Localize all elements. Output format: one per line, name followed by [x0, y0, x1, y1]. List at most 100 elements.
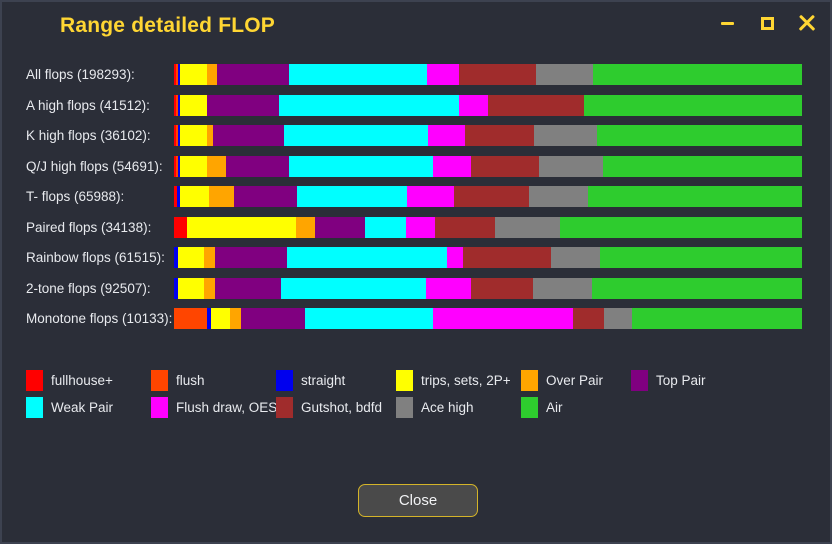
minimize-icon	[720, 21, 734, 25]
bar-segment-over-pair	[229, 308, 242, 329]
bar-segment-weak-pair	[283, 125, 428, 146]
bar-segment-trips-sets-2p	[179, 155, 208, 177]
bar-segment-ace-high	[534, 125, 598, 146]
bar-segment-ace-high	[551, 247, 601, 268]
maximize-icon	[760, 16, 774, 30]
bar-segment-weak-pair	[364, 216, 406, 238]
chart-row-label: T- flops (65988):	[26, 189, 125, 204]
legend-item-flush-draw-oesd: Flush draw, OESD	[151, 397, 287, 418]
legend-label: Over Pair	[546, 373, 604, 388]
legend-item-over-pair: Over Pair	[521, 370, 603, 391]
bar-segment-top-pair	[314, 216, 365, 238]
bar-segment-gutshot-bdfd	[463, 247, 552, 268]
legend-label: Gutshot, bdfd	[301, 400, 383, 415]
close-window-button[interactable]	[794, 10, 820, 36]
legend-label: straight	[301, 373, 346, 388]
bar-segment-trips-sets-2p	[211, 308, 230, 329]
bar-segment-ace-high	[528, 186, 588, 207]
legend-label: trips, sets, 2P+	[421, 373, 511, 388]
legend-item-weak-pair: Weak Pair	[26, 397, 113, 418]
chart-row: Monotone flops (10133):	[2, 308, 832, 339]
legend-swatch-straight	[276, 370, 293, 391]
close-button[interactable]: Close	[358, 484, 478, 517]
bar-segment-trips-sets-2p	[180, 186, 210, 207]
stacked-bar-chart: All flops (198293): A high flops (41512):…	[2, 64, 832, 339]
legend-label: Flush draw, OESD	[176, 400, 288, 415]
minimize-button[interactable]	[714, 10, 740, 36]
chart-row: Paired flops (34138):	[2, 216, 832, 248]
chart-row: Rainbow flops (61515):	[2, 247, 832, 278]
bar-segment-flush-draw-oesd	[427, 64, 460, 85]
chart-row-label: Paired flops (34138):	[26, 219, 152, 235]
bar-segment-over-pair	[206, 64, 217, 85]
legend-label: Top Pair	[656, 373, 706, 388]
bar-segment-weak-pair	[297, 186, 407, 207]
bar-segment-top-pair	[216, 64, 289, 85]
legend-item-gutshot-bdfd: Gutshot, bdfd	[276, 397, 382, 418]
bar-segment-gutshot-bdfd	[487, 94, 585, 116]
chart-row-label: Rainbow flops (61515):	[26, 250, 165, 265]
bar-segment-gutshot-bdfd	[434, 216, 496, 238]
maximize-button[interactable]	[754, 10, 780, 36]
bar-segment-gutshot-bdfd	[465, 125, 535, 146]
legend-label: flush	[176, 373, 205, 388]
chart-row: All flops (198293):	[2, 64, 832, 95]
bar-segment-flush-draw-oesd	[405, 216, 435, 238]
bar-segment-trips-sets-2p	[179, 64, 207, 85]
legend-item-fullhouse: fullhouse+	[26, 370, 113, 391]
chart-row-label: K high flops (36102):	[26, 128, 151, 143]
bar-segment-ace-high	[495, 216, 561, 238]
bar-segment-weak-pair	[288, 155, 433, 177]
legend-item-top-pair: Top Pair	[631, 370, 706, 391]
bar-segment-top-pair	[234, 186, 298, 207]
legend-swatch-flush	[151, 370, 168, 391]
legend-swatch-top-pair	[631, 370, 648, 391]
bar-segment-over-pair	[209, 186, 235, 207]
legend-item-trips-sets-2p: trips, sets, 2P+	[396, 370, 511, 391]
legend-swatch-trips-sets-2p	[396, 370, 413, 391]
legend-swatch-flush-draw-oesd	[151, 397, 168, 418]
legend-row: Weak Pair Flush draw, OESD Gutshot, bdfd Ac…	[26, 397, 786, 424]
stacked-bar	[174, 247, 802, 268]
stacked-bar	[174, 186, 802, 207]
chart-row: A high flops (41512):	[2, 94, 832, 126]
stacked-bar	[174, 155, 802, 177]
chart-row: K high flops (36102):	[2, 125, 832, 156]
legend-row: fullhouse+ flush straight trips, sets, 2P+ O…	[26, 370, 786, 397]
bar-segment-top-pair	[215, 247, 288, 268]
bar-segment-air	[593, 64, 802, 85]
title-bar: Range detailed FLOP	[2, 2, 830, 50]
bar-segment-weak-pair	[278, 94, 460, 116]
legend-swatch-ace-high	[396, 397, 413, 418]
bar-segment-air	[602, 155, 802, 177]
page-title: Range detailed FLOP	[60, 14, 275, 37]
bar-segment-air	[587, 186, 802, 207]
bar-segment-over-pair	[204, 247, 216, 268]
bar-segment-gutshot-bdfd	[454, 186, 529, 207]
bar-segment-top-pair	[212, 125, 284, 146]
chart-row-label: 2-tone flops (92507):	[26, 280, 151, 296]
legend-item-straight: straight	[276, 370, 345, 391]
legend-label: Ace high	[421, 400, 474, 415]
stacked-bar	[174, 216, 802, 238]
bar-segment-fullhouse	[174, 216, 187, 238]
bar-segment-flush-draw-oesd	[432, 155, 471, 177]
bar-segment-gutshot-bdfd	[573, 308, 604, 329]
legend-swatch-gutshot-bdfd	[276, 397, 293, 418]
legend-swatch-over-pair	[521, 370, 538, 391]
chart-row-label: A high flops (41512):	[26, 97, 150, 113]
bar-segment-over-pair	[204, 277, 216, 299]
stacked-bar	[174, 277, 802, 299]
bar-segment-trips-sets-2p	[177, 277, 205, 299]
chart-legend: fullhouse+ flush straight trips, sets, 2P+ O…	[26, 370, 786, 424]
bar-segment-air	[597, 125, 802, 146]
chart-row: T- flops (65988):	[2, 186, 832, 217]
bar-segment-weak-pair	[305, 308, 434, 329]
bar-segment-top-pair	[206, 94, 279, 116]
legend-item-air: Air	[521, 397, 563, 418]
legend-label: fullhouse+	[51, 373, 113, 388]
legend-label: Air	[546, 400, 563, 415]
legend-item-flush: flush	[151, 370, 205, 391]
close-icon	[799, 15, 816, 32]
legend-swatch-weak-pair	[26, 397, 43, 418]
